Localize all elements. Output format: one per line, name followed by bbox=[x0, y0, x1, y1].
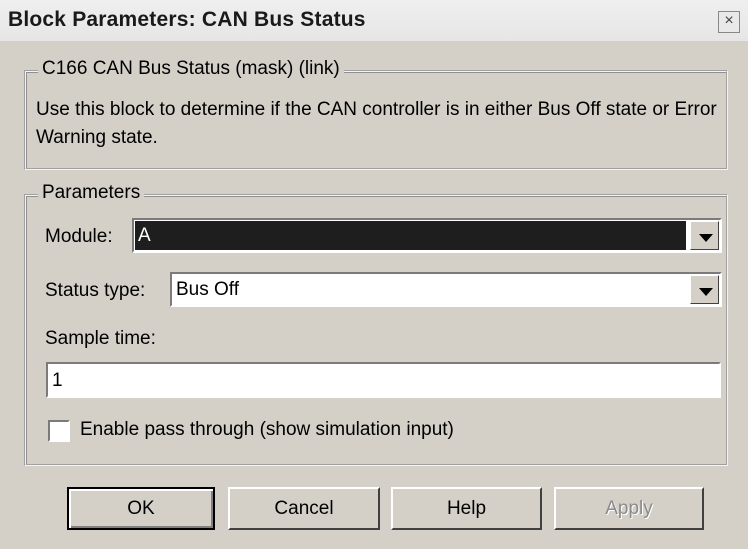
chevron-down-icon bbox=[699, 288, 713, 296]
status-type-label: Status type: bbox=[45, 280, 146, 301]
mask-group-legend: C166 CAN Bus Status (mask) (link) bbox=[38, 58, 344, 80]
status-type-select[interactable]: Bus Off bbox=[170, 272, 722, 307]
mask-description-group: C166 CAN Bus Status (mask) (link) Use th… bbox=[24, 58, 728, 170]
parameters-legend: Parameters bbox=[38, 182, 145, 204]
mask-description: Use this block to determine if the CAN c… bbox=[36, 99, 717, 148]
status-type-dropdown-button[interactable] bbox=[690, 275, 719, 304]
sample-time-value: 1 bbox=[52, 370, 63, 391]
sample-time-label: Sample time: bbox=[45, 328, 156, 349]
sample-time-input[interactable]: 1 bbox=[46, 362, 721, 398]
ok-button[interactable]: OK bbox=[67, 487, 215, 530]
help-button-label: Help bbox=[446, 498, 487, 519]
status-type-value: Bus Off bbox=[176, 279, 240, 300]
close-icon: × bbox=[724, 12, 734, 29]
ok-button-label: OK bbox=[127, 498, 155, 519]
close-button[interactable]: × bbox=[718, 11, 740, 33]
cancel-button[interactable]: Cancel bbox=[228, 487, 380, 530]
module-value: A bbox=[138, 225, 151, 246]
window-title: Block Parameters: CAN Bus Status bbox=[8, 8, 366, 31]
module-dropdown-button[interactable] bbox=[690, 221, 719, 250]
pass-through-checkbox[interactable] bbox=[48, 420, 70, 442]
block-parameters-dialog: Block Parameters: CAN Bus Status × C166 … bbox=[0, 0, 748, 549]
module-label: Module: bbox=[45, 226, 113, 247]
module-select[interactable]: A bbox=[132, 218, 722, 253]
parameters-group: Parameters Module: A Status type: Bus Of… bbox=[24, 182, 728, 466]
chevron-down-icon bbox=[699, 234, 713, 242]
title-bar[interactable]: Block Parameters: CAN Bus Status × bbox=[0, 0, 748, 41]
cancel-button-label: Cancel bbox=[274, 498, 334, 519]
help-button[interactable]: Help bbox=[391, 487, 542, 530]
module-selection-highlight bbox=[135, 221, 686, 250]
pass-through-label[interactable]: Enable pass through (show simulation inp… bbox=[80, 419, 454, 441]
apply-button[interactable]: Apply bbox=[554, 487, 704, 530]
apply-button-label: Apply bbox=[605, 498, 653, 519]
